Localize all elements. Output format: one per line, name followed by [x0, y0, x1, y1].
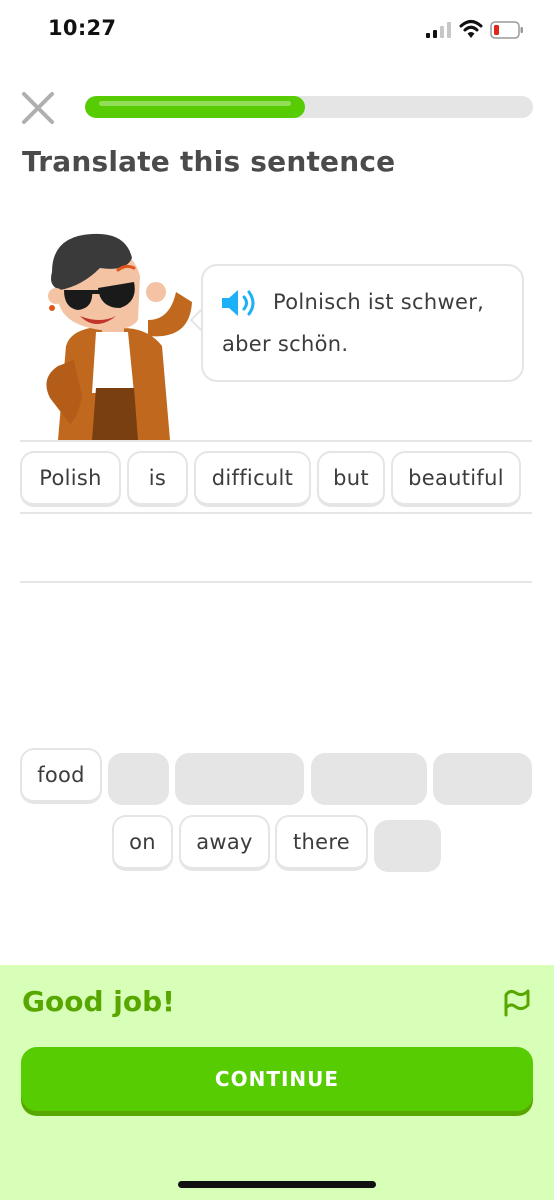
page-title: Translate this sentence — [22, 145, 396, 178]
speech-bubble — [201, 264, 524, 382]
bank-word-chip[interactable]: there — [275, 815, 368, 871]
answer-word-chip[interactable]: difficult — [194, 451, 311, 507]
bank-empty-slot — [433, 753, 532, 805]
bank-word-chip[interactable]: on — [112, 815, 173, 871]
prompt-line-1: Polnisch ist schwer, — [273, 290, 485, 314]
home-indicator — [178, 1181, 376, 1188]
answer-word-chip[interactable]: is — [127, 451, 188, 507]
battery-icon — [490, 21, 523, 39]
bank-empty-slot — [108, 753, 169, 805]
close-button[interactable] — [20, 90, 56, 126]
answer-divider-middle — [20, 512, 532, 514]
signal-icon — [426, 22, 451, 38]
feedback-title: Good job! — [22, 985, 175, 1018]
wifi-icon — [459, 20, 483, 38]
answer-word-chip[interactable]: beautiful — [391, 451, 521, 507]
status-bar: 10:27 — [0, 0, 554, 62]
progress-bar — [85, 96, 533, 118]
status-time: 10:27 — [48, 16, 117, 40]
bank-word-chip[interactable]: away — [179, 815, 270, 871]
continue-button[interactable]: CONTINUE — [21, 1047, 533, 1111]
character-illustration — [46, 233, 192, 440]
answer-word-chip[interactable]: but — [317, 451, 385, 507]
progress-shine — [99, 101, 291, 106]
bank-empty-slot — [374, 820, 441, 872]
answer-divider-bottom — [20, 581, 532, 583]
bank-word-chip[interactable]: food — [20, 748, 102, 804]
answer-divider-top — [20, 440, 532, 442]
bank-empty-slot — [311, 753, 427, 805]
answer-word-chip[interactable]: Polish — [20, 451, 121, 507]
bank-empty-slot — [175, 753, 304, 805]
prompt-line-2: aber schön. — [222, 332, 349, 356]
progress-fill — [85, 96, 305, 118]
speaker-icon[interactable] — [220, 287, 258, 319]
flag-icon[interactable] — [500, 985, 532, 1017]
